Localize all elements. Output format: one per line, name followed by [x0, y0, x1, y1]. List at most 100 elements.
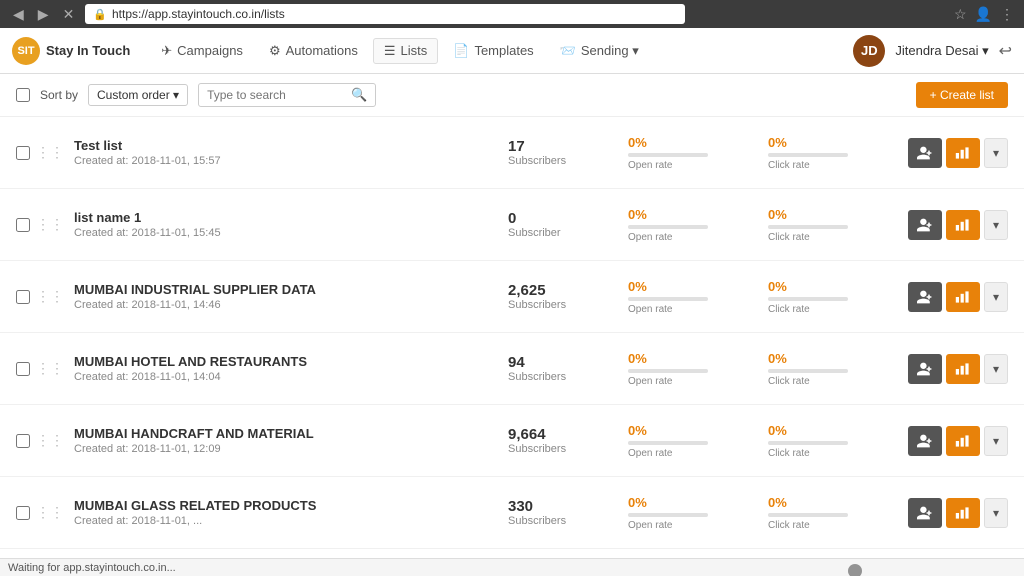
row-name-3: MUMBAI HOTEL AND RESTAURANTS: [74, 354, 508, 369]
more-button-0[interactable]: ▾: [984, 138, 1008, 168]
sub-count-3: 94: [508, 354, 628, 371]
drag-handle-1[interactable]: ⋮⋮: [36, 216, 64, 233]
row-subscribers-3: 94 Subscribers: [508, 354, 628, 383]
stats-button-2[interactable]: [946, 282, 980, 312]
sending-icon: 📨: [560, 43, 576, 59]
more-button-2[interactable]: ▾: [984, 282, 1008, 312]
click-rate-block-1: 0% Click rate: [768, 207, 888, 243]
drag-handle-0[interactable]: ⋮⋮: [36, 144, 64, 161]
sort-dropdown[interactable]: Custom order ▾: [88, 84, 188, 106]
nav-item-sending[interactable]: 📨 Sending ▾: [549, 38, 650, 64]
menu-button[interactable]: ⋮: [1000, 6, 1014, 23]
account-button[interactable]: 👤: [975, 6, 992, 23]
row-created-3: Created at: 2018-11-01, 14:04: [74, 371, 508, 383]
sub-label-5: Subscribers: [508, 515, 628, 527]
open-rate-block-2: 0% Open rate: [628, 279, 748, 315]
click-rate-block-2: 0% Click rate: [768, 279, 888, 315]
row-checkbox-2[interactable]: [16, 290, 30, 304]
open-rate-bar-wrap-0: [628, 153, 708, 157]
sub-count-1: 0: [508, 210, 628, 227]
drag-handle-5[interactable]: ⋮⋮: [36, 504, 64, 521]
nav-automations-label: Automations: [286, 43, 358, 58]
add-subscriber-button-1[interactable]: [908, 210, 942, 240]
stats-button-5[interactable]: [946, 498, 980, 528]
nav-campaigns-label: Campaigns: [177, 43, 243, 58]
row-info-1: list name 1 Created at: 2018-11-01, 15:4…: [74, 210, 508, 239]
row-checkbox-1[interactable]: [16, 218, 30, 232]
add-subscriber-button-3[interactable]: [908, 354, 942, 384]
url-text: https://app.stayintouch.co.in/lists: [112, 7, 285, 21]
more-button-4[interactable]: ▾: [984, 426, 1008, 456]
sub-label-2: Subscribers: [508, 299, 628, 311]
more-button-5[interactable]: ▾: [984, 498, 1008, 528]
settings-button[interactable]: ↩: [999, 41, 1012, 61]
nav-item-automations[interactable]: ⚙ Automations: [258, 38, 369, 64]
row-info-4: MUMBAI HANDCRAFT AND MATERIAL Created at…: [74, 426, 508, 455]
forward-button[interactable]: ▶: [35, 6, 52, 23]
stats-button-3[interactable]: [946, 354, 980, 384]
row-subscribers-2: 2,625 Subscribers: [508, 282, 628, 311]
open-rate-block-4: 0% Open rate: [628, 423, 748, 459]
open-rate-label-2: Open rate: [628, 304, 748, 315]
click-rate-pct-1: 0%: [768, 207, 888, 222]
create-list-button[interactable]: + Create list: [916, 82, 1008, 108]
row-info-2: MUMBAI INDUSTRIAL SUPPLIER DATA Created …: [74, 282, 508, 311]
click-rate-label-1: Click rate: [768, 232, 888, 243]
stats-button-4[interactable]: [946, 426, 980, 456]
drag-handle-2[interactable]: ⋮⋮: [36, 288, 64, 305]
stats-button-1[interactable]: [946, 210, 980, 240]
open-rate-block-1: 0% Open rate: [628, 207, 748, 243]
select-all-checkbox[interactable]: [16, 88, 30, 102]
refresh-button[interactable]: ✕: [60, 6, 78, 23]
add-subscriber-button-5[interactable]: [908, 498, 942, 528]
nav-item-lists[interactable]: ☰ Lists: [373, 38, 438, 64]
automations-icon: ⚙: [269, 43, 281, 59]
add-subscriber-button-2[interactable]: [908, 282, 942, 312]
back-button[interactable]: ◀: [10, 6, 27, 23]
row-checkbox-0[interactable]: [16, 146, 30, 160]
search-box[interactable]: 🔍: [198, 83, 376, 107]
templates-icon: 📄: [453, 43, 469, 59]
drag-handle-4[interactable]: ⋮⋮: [36, 432, 64, 449]
stats-button-0[interactable]: [946, 138, 980, 168]
list-container: ⋮⋮ Test list Created at: 2018-11-01, 15:…: [0, 117, 1024, 573]
click-rate-bar-wrap-0: [768, 153, 848, 157]
more-button-3[interactable]: ▾: [984, 354, 1008, 384]
create-list-label: + Create list: [930, 88, 994, 102]
nav-item-templates[interactable]: 📄 Templates: [442, 38, 544, 64]
more-button-1[interactable]: ▾: [984, 210, 1008, 240]
row-created-1: Created at: 2018-11-01, 15:45: [74, 227, 508, 239]
search-input[interactable]: [207, 88, 347, 102]
lists-icon: ☰: [384, 43, 396, 59]
url-bar[interactable]: 🔒 https://app.stayintouch.co.in/lists: [85, 4, 685, 24]
list-row: ⋮⋮ MUMBAI INDUSTRIAL SUPPLIER DATA Creat…: [0, 261, 1024, 333]
open-rate-pct-0: 0%: [628, 135, 748, 150]
list-row: ⋮⋮ MUMBAI HANDCRAFT AND MATERIAL Created…: [0, 405, 1024, 477]
search-icon: 🔍: [351, 87, 367, 103]
nav-items: ✈ Campaigns ⚙ Automations ☰ Lists 📄 Temp…: [150, 38, 853, 64]
sub-count-5: 330: [508, 498, 628, 515]
list-row: ⋮⋮ MUMBAI HOTEL AND RESTAURANTS Created …: [0, 333, 1024, 405]
row-created-5: Created at: 2018-11-01, ...: [74, 515, 508, 527]
row-checkbox-4[interactable]: [16, 434, 30, 448]
nav-item-campaigns[interactable]: ✈ Campaigns: [150, 38, 254, 64]
click-rate-bar-wrap-1: [768, 225, 848, 229]
brand-logo: SIT: [12, 37, 40, 65]
campaigns-icon: ✈: [161, 43, 172, 59]
row-actions-5: ▾: [908, 498, 1008, 528]
row-checkbox-5[interactable]: [16, 506, 30, 520]
row-actions-4: ▾: [908, 426, 1008, 456]
row-created-0: Created at: 2018-11-01, 15:57: [74, 155, 508, 167]
add-subscriber-button-4[interactable]: [908, 426, 942, 456]
drag-handle-3[interactable]: ⋮⋮: [36, 360, 64, 377]
click-rate-block-3: 0% Click rate: [768, 351, 888, 387]
brand[interactable]: SIT Stay In Touch: [12, 37, 130, 65]
row-checkbox-3[interactable]: [16, 362, 30, 376]
add-subscriber-button-0[interactable]: [908, 138, 942, 168]
star-button[interactable]: ☆: [954, 6, 967, 23]
row-stats-4: 0% Open rate 0% Click rate: [628, 423, 908, 459]
sub-label-4: Subscribers: [508, 443, 628, 455]
open-rate-pct-2: 0%: [628, 279, 748, 294]
browser-chrome: ◀ ▶ ✕ 🔒 https://app.stayintouch.co.in/li…: [0, 0, 1024, 28]
browser-actions: ☆ 👤 ⋮: [954, 6, 1014, 23]
